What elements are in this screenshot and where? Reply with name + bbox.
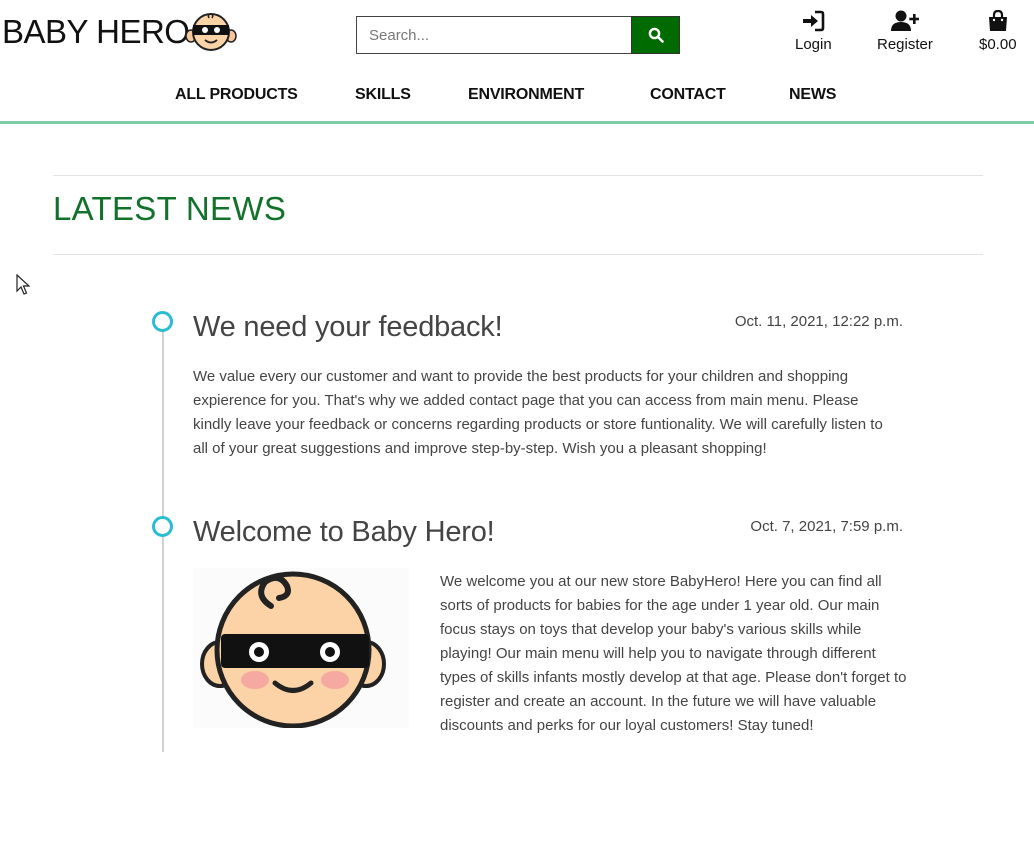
baby-hero-logo-icon [185, 13, 238, 51]
nav-item-all-products[interactable]: ALL PRODUCTS [175, 86, 298, 104]
post-title: Welcome to Baby Hero! [193, 516, 495, 548]
page-title: LATEST NEWS [53, 190, 287, 227]
nav-item-contact[interactable]: CONTACT [650, 86, 726, 104]
post-title: We need your feedback! [193, 311, 503, 343]
post-body: We value every our customer and want to … [193, 368, 883, 457]
post-body: We welcome you at our new store BabyHero… [440, 573, 907, 734]
search-icon [648, 27, 664, 43]
post-date: Oct. 11, 2021, 12:22 p.m. [734, 313, 903, 330]
main-nav: ALL PRODUCTS SKILLS ENVIRONMENT CONTACT … [0, 76, 1034, 116]
site-header: BABY HERO Login [0, 0, 1034, 124]
post-date: Oct. 7, 2021, 7:59 p.m. [750, 518, 903, 535]
register-label: Register [877, 36, 933, 53]
divider-bottom [53, 254, 983, 255]
timeline-line [162, 330, 164, 752]
nav-item-news[interactable]: NEWS [789, 86, 836, 104]
login-link[interactable]: Login [795, 10, 832, 53]
timeline-marker [152, 311, 173, 332]
baby-hero-mascot-image [193, 568, 409, 728]
timeline-marker [152, 516, 173, 537]
brand-logo-link[interactable]: BABY HERO [2, 8, 238, 56]
shopping-bag-icon [988, 10, 1007, 31]
divider-top [53, 175, 983, 176]
sign-in-icon [803, 10, 825, 32]
user-plus-icon [890, 10, 919, 31]
search-form [356, 16, 680, 54]
login-label: Login [795, 36, 832, 53]
search-button[interactable] [631, 16, 680, 54]
brand-name: BABY HERO [2, 13, 190, 50]
register-link[interactable]: Register [877, 10, 933, 53]
cart-link[interactable]: $0.00 [979, 10, 1017, 53]
nav-item-skills[interactable]: SKILLS [355, 86, 411, 104]
search-input[interactable] [356, 16, 631, 54]
mouse-pointer-icon [16, 274, 30, 295]
cart-total: $0.00 [979, 36, 1017, 53]
nav-item-environment[interactable]: ENVIRONMENT [468, 86, 584, 104]
